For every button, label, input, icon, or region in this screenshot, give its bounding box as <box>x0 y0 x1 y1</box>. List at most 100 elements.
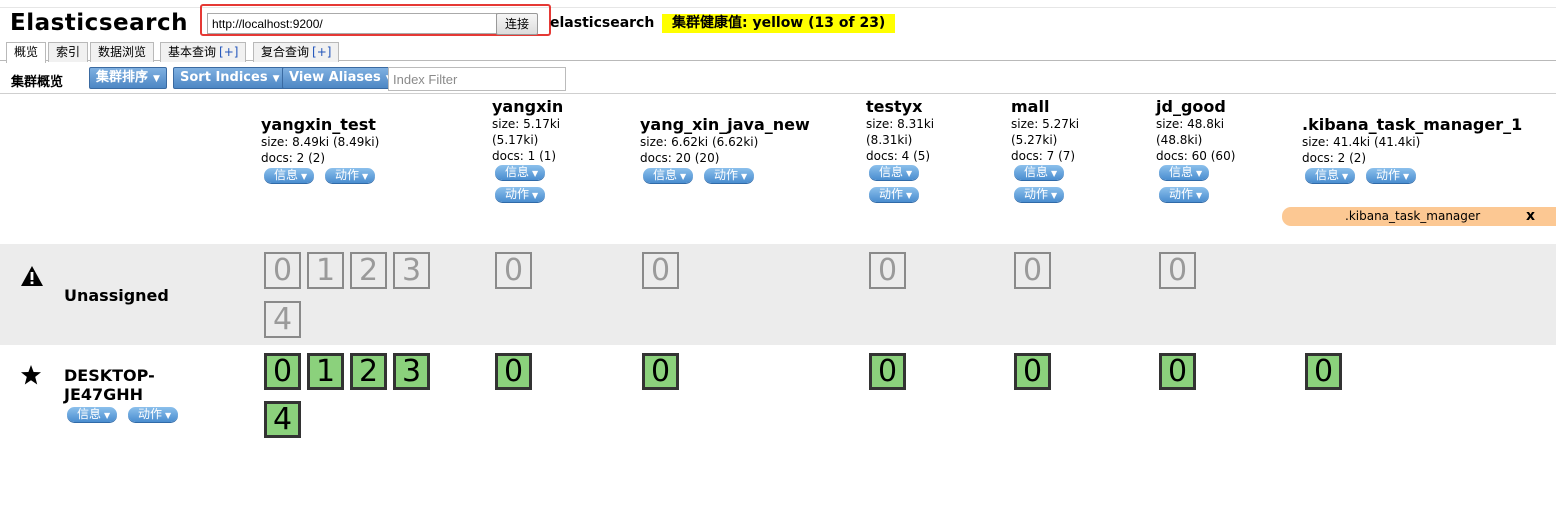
caret-down-icon: ▼ <box>362 172 369 181</box>
cluster-name: elasticsearch <box>550 15 655 31</box>
shard-unassigned[interactable]: 0 <box>642 252 679 289</box>
pill-label: 动作 <box>335 168 360 182</box>
tab-add-button[interactable]: [+] <box>219 45 238 59</box>
index-name: yang_xin_java_new <box>640 115 810 134</box>
index-docs: docs: 20 (20) <box>640 151 720 165</box>
caret-down-icon: ▼ <box>1196 191 1203 200</box>
caret-down-icon: ▼ <box>1196 169 1203 178</box>
alias-close-button[interactable]: x <box>1526 207 1535 226</box>
index-docs: docs: 60 (60) <box>1156 149 1236 163</box>
caret-down-icon: ▼ <box>272 74 280 84</box>
index-name: mall <box>1011 97 1050 116</box>
pill-label: 信息 <box>1169 165 1194 179</box>
tab-indices[interactable]: 索引 <box>48 42 89 62</box>
tab-browser[interactable]: 数据浏览 <box>90 42 155 62</box>
node-action-button[interactable]: 动作 ▼ <box>128 407 179 422</box>
index-size-total: (5.17ki) <box>492 133 539 147</box>
app-title: Elasticsearch <box>10 10 188 36</box>
index-action-button[interactable]: 动作 ▼ <box>704 168 755 183</box>
index-info-button[interactable]: 信息 ▼ <box>1014 165 1065 180</box>
alias-tag: .kibana_task_manager x <box>1282 207 1556 226</box>
shard-unassigned[interactable]: 0 <box>264 252 301 289</box>
star-icon <box>20 364 42 391</box>
index-info-button[interactable]: 信息 ▼ <box>1305 168 1356 183</box>
tab-label: 索引 <box>56 45 81 59</box>
warning-icon <box>20 265 44 292</box>
tab-add-button[interactable]: [+] <box>312 45 331 59</box>
tab-label: 基本查询 <box>168 45 217 59</box>
index-header: .kibana_task_manager_1 size: 41.4ki (41.… <box>1302 116 1522 166</box>
tab-overview[interactable]: 概览 <box>6 42 47 63</box>
button-label: 集群排序 <box>96 70 149 85</box>
index-name: yangxin <box>492 97 564 116</box>
tab-bar: 概览 索引 数据浏览 基本查询 [+] 复合查询 [+] <box>0 40 1556 63</box>
unassigned-row <box>0 244 1556 345</box>
pill-label: 动作 <box>1024 187 1049 201</box>
index-action-button[interactable]: 动作 ▼ <box>495 187 546 202</box>
index-name: testyx <box>866 97 923 116</box>
node-name: DESKTOP- JE47GHH <box>64 366 155 404</box>
tab-compound-query[interactable]: 复合查询 [+] <box>253 42 340 62</box>
index-docs: docs: 2 (2) <box>261 151 326 165</box>
shard-assigned[interactable]: 0 <box>1305 353 1342 390</box>
shard-unassigned[interactable]: 1 <box>307 252 344 289</box>
shard-unassigned[interactable]: 2 <box>350 252 387 289</box>
pill-label: 信息 <box>1024 165 1049 179</box>
shard-unassigned[interactable]: 0 <box>869 252 906 289</box>
node-info-button[interactable]: 信息 ▼ <box>67 407 118 422</box>
toolbar: 集群概览 集群排序 ▼ Sort Indices ▼ View Aliases▼ <box>0 62 1556 94</box>
pill-label: 动作 <box>879 187 904 201</box>
view-aliases-button[interactable]: View Aliases▼ <box>282 67 400 89</box>
shard-unassigned[interactable]: 4 <box>264 301 301 338</box>
index-info-button[interactable]: 信息 ▼ <box>643 168 694 183</box>
caret-down-icon: ▼ <box>1051 191 1058 200</box>
index-action-button[interactable]: 动作 ▼ <box>325 168 376 183</box>
shard-assigned[interactable]: 0 <box>1014 353 1051 390</box>
index-docs: docs: 4 (5) <box>866 149 931 163</box>
pill-label: 信息 <box>1315 168 1340 182</box>
index-size: size: 5.27ki <box>1011 117 1080 131</box>
index-filter-input[interactable] <box>388 67 566 91</box>
index-action-button[interactable]: 动作 ▼ <box>1366 168 1417 183</box>
caret-down-icon: ▼ <box>301 172 308 181</box>
shard-assigned[interactable]: 0 <box>264 353 301 390</box>
shard-assigned[interactable]: 0 <box>869 353 906 390</box>
shard-unassigned[interactable]: 0 <box>1014 252 1051 289</box>
index-action-button[interactable]: 动作 ▼ <box>869 187 920 202</box>
index-header: yang_xin_java_new size: 6.62ki (6.62ki) … <box>640 116 810 166</box>
shard-unassigned[interactable]: 0 <box>1159 252 1196 289</box>
index-info-button[interactable]: 信息 ▼ <box>869 165 920 180</box>
shard-assigned[interactable]: 0 <box>1159 353 1196 390</box>
index-info-button[interactable]: 信息 ▼ <box>495 165 546 180</box>
tab-basic-query[interactable]: 基本查询 [+] <box>160 42 247 62</box>
shard-assigned[interactable]: 0 <box>495 353 532 390</box>
shard-assigned[interactable]: 1 <box>307 353 344 390</box>
index-size: size: 5.17ki <box>492 117 561 131</box>
node-name-line: JE47GHH <box>64 385 144 404</box>
sort-indices-button[interactable]: Sort Indices ▼ <box>173 67 287 89</box>
index-action-button[interactable]: 动作 ▼ <box>1014 187 1065 202</box>
shard-unassigned[interactable]: 3 <box>393 252 430 289</box>
shard-assigned[interactable]: 4 <box>264 401 301 438</box>
shard-assigned[interactable]: 0 <box>642 353 679 390</box>
pill-label: 信息 <box>653 168 678 182</box>
alias-name: .kibana_task_manager <box>1345 209 1481 223</box>
pill-label: 信息 <box>879 165 904 179</box>
index-action-button[interactable]: 动作 ▼ <box>1159 187 1210 202</box>
tab-label: 概览 <box>14 45 39 59</box>
toolbar-title: 集群概览 <box>11 75 64 90</box>
cluster-sort-button[interactable]: 集群排序 ▼ <box>89 67 167 89</box>
shard-assigned[interactable]: 2 <box>350 353 387 390</box>
shard-assigned[interactable]: 3 <box>393 353 430 390</box>
index-docs: docs: 1 (1) <box>492 149 557 163</box>
index-info-button[interactable]: 信息 ▼ <box>264 168 315 183</box>
url-input[interactable] <box>207 13 497 34</box>
connect-button[interactable]: 连接 <box>496 13 538 35</box>
caret-down-icon: ▼ <box>680 172 687 181</box>
pill-label: 动作 <box>138 407 163 421</box>
index-info-button[interactable]: 信息 ▼ <box>1159 165 1210 180</box>
index-size: size: 8.49ki (8.49ki) <box>261 135 380 149</box>
shard-unassigned[interactable]: 0 <box>495 252 532 289</box>
caret-down-icon: ▼ <box>906 191 913 200</box>
pill-label: 信息 <box>505 165 530 179</box>
